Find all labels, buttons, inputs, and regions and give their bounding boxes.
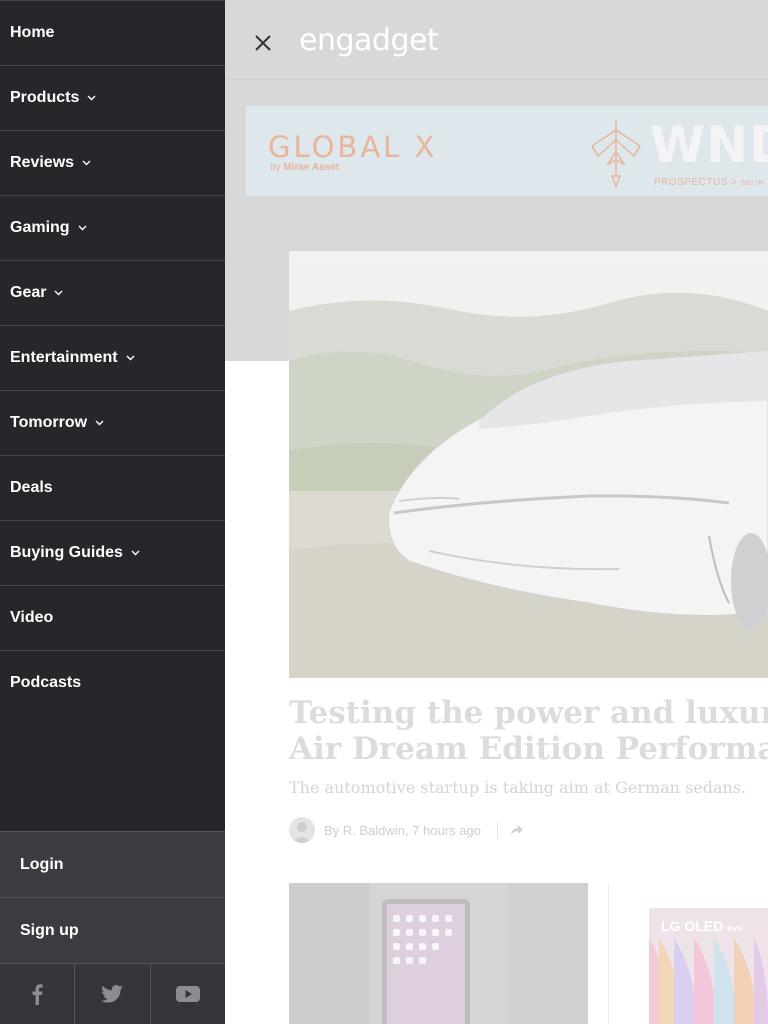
sidebar-item-products[interactable]: Products: [0, 65, 225, 130]
login-button[interactable]: Login: [0, 831, 225, 897]
sidebar-item-label: Entertainment: [10, 349, 118, 366]
ad-prospectus-link[interactable]: PROSPECTUS > SEI IN: [654, 177, 764, 188]
facebook-icon: [32, 984, 43, 1005]
sidebar-item-label: Gear: [10, 284, 47, 301]
youtube-icon: [175, 986, 200, 1002]
sidebar-item-home[interactable]: Home: [0, 0, 225, 65]
svg-text:engadget: engadget: [299, 23, 439, 58]
facebook-link[interactable]: [0, 964, 76, 1024]
side-menu: Home Products Reviews Gaming Gear Entert…: [0, 0, 225, 1024]
sidebar-item-video[interactable]: Video: [0, 585, 225, 650]
youtube-link[interactable]: [151, 964, 225, 1024]
sidebar-item-label: Gaming: [10, 219, 70, 236]
chevron-down-icon: [78, 225, 87, 231]
chevron-down-icon: [126, 355, 135, 361]
sidebar-item-tomorrow[interactable]: Tomorrow: [0, 390, 225, 455]
engadget-logo[interactable]: engadget: [299, 18, 459, 58]
sidebar-item-label: Podcasts: [10, 674, 82, 691]
byline-text[interactable]: By R. Baldwin, 7 hours ago: [324, 823, 481, 838]
tablet-photo: [289, 883, 588, 1024]
sidebar-item-podcasts[interactable]: Podcasts: [0, 650, 225, 715]
chevron-down-icon: [95, 420, 104, 426]
article-card-thumbnail[interactable]: [289, 883, 588, 1024]
sidebar-item-reviews[interactable]: Reviews: [0, 130, 225, 195]
ad-ticker: WND: [650, 116, 768, 174]
ad-subtitle: by Mirae Asset: [270, 162, 340, 173]
chevron-down-icon: [87, 95, 96, 101]
article-subhead: The automotive startup is taking aim at …: [289, 778, 747, 797]
ad-brand: GLOBAL X: [268, 130, 438, 164]
chevron-down-icon: [131, 550, 140, 556]
sidebar-item-label: Buying Guides: [10, 544, 123, 561]
signup-label: Sign up: [20, 921, 79, 939]
sidebar-item-gear[interactable]: Gear: [0, 260, 225, 325]
sidebar-item-buying-guides[interactable]: Buying Guides: [0, 520, 225, 585]
wind-turbine-icon: [591, 120, 641, 188]
sidebar-item-label: Reviews: [10, 154, 75, 171]
card-brand-label: LG OLED evo: [661, 918, 743, 934]
divider: [608, 883, 609, 1024]
site-header: engadget: [225, 0, 768, 80]
twitter-icon: [101, 985, 124, 1003]
sidebar-item-label: Deals: [10, 479, 53, 496]
article-byline: By R. Baldwin, 7 hours ago: [289, 816, 524, 844]
divider: [496, 822, 498, 838]
article-headline[interactable]: Testing the power and luxury of t Air Dr…: [289, 695, 768, 767]
share-icon[interactable]: [510, 823, 524, 837]
author-avatar: [289, 817, 315, 843]
social-links: [0, 963, 225, 1024]
chevron-down-icon: [54, 290, 63, 296]
car-photo: [289, 251, 768, 678]
hero-image[interactable]: [289, 251, 768, 678]
banner-ad[interactable]: GLOBAL X by Mirae Asset WND PROSPECTUS >…: [246, 106, 768, 196]
chevron-down-icon: [82, 160, 91, 166]
page-content: engadget GLOBAL X by Mirae Asset WND PRO…: [225, 0, 768, 1024]
close-icon[interactable]: [252, 32, 274, 54]
article-card-thumbnail[interactable]: LG OLED evo: [649, 908, 768, 1024]
sidebar-item-entertainment[interactable]: Entertainment: [0, 325, 225, 390]
sidebar-item-deals[interactable]: Deals: [0, 455, 225, 520]
twitter-link[interactable]: [75, 964, 151, 1024]
sidebar-item-gaming[interactable]: Gaming: [0, 195, 225, 260]
login-label: Login: [20, 855, 64, 873]
sidebar-item-label: Tomorrow: [10, 414, 88, 431]
signup-button[interactable]: Sign up: [0, 897, 225, 963]
sidebar-item-label: Products: [10, 89, 80, 106]
sidebar-item-label: Video: [10, 609, 54, 626]
sidebar-item-label: Home: [10, 24, 55, 41]
